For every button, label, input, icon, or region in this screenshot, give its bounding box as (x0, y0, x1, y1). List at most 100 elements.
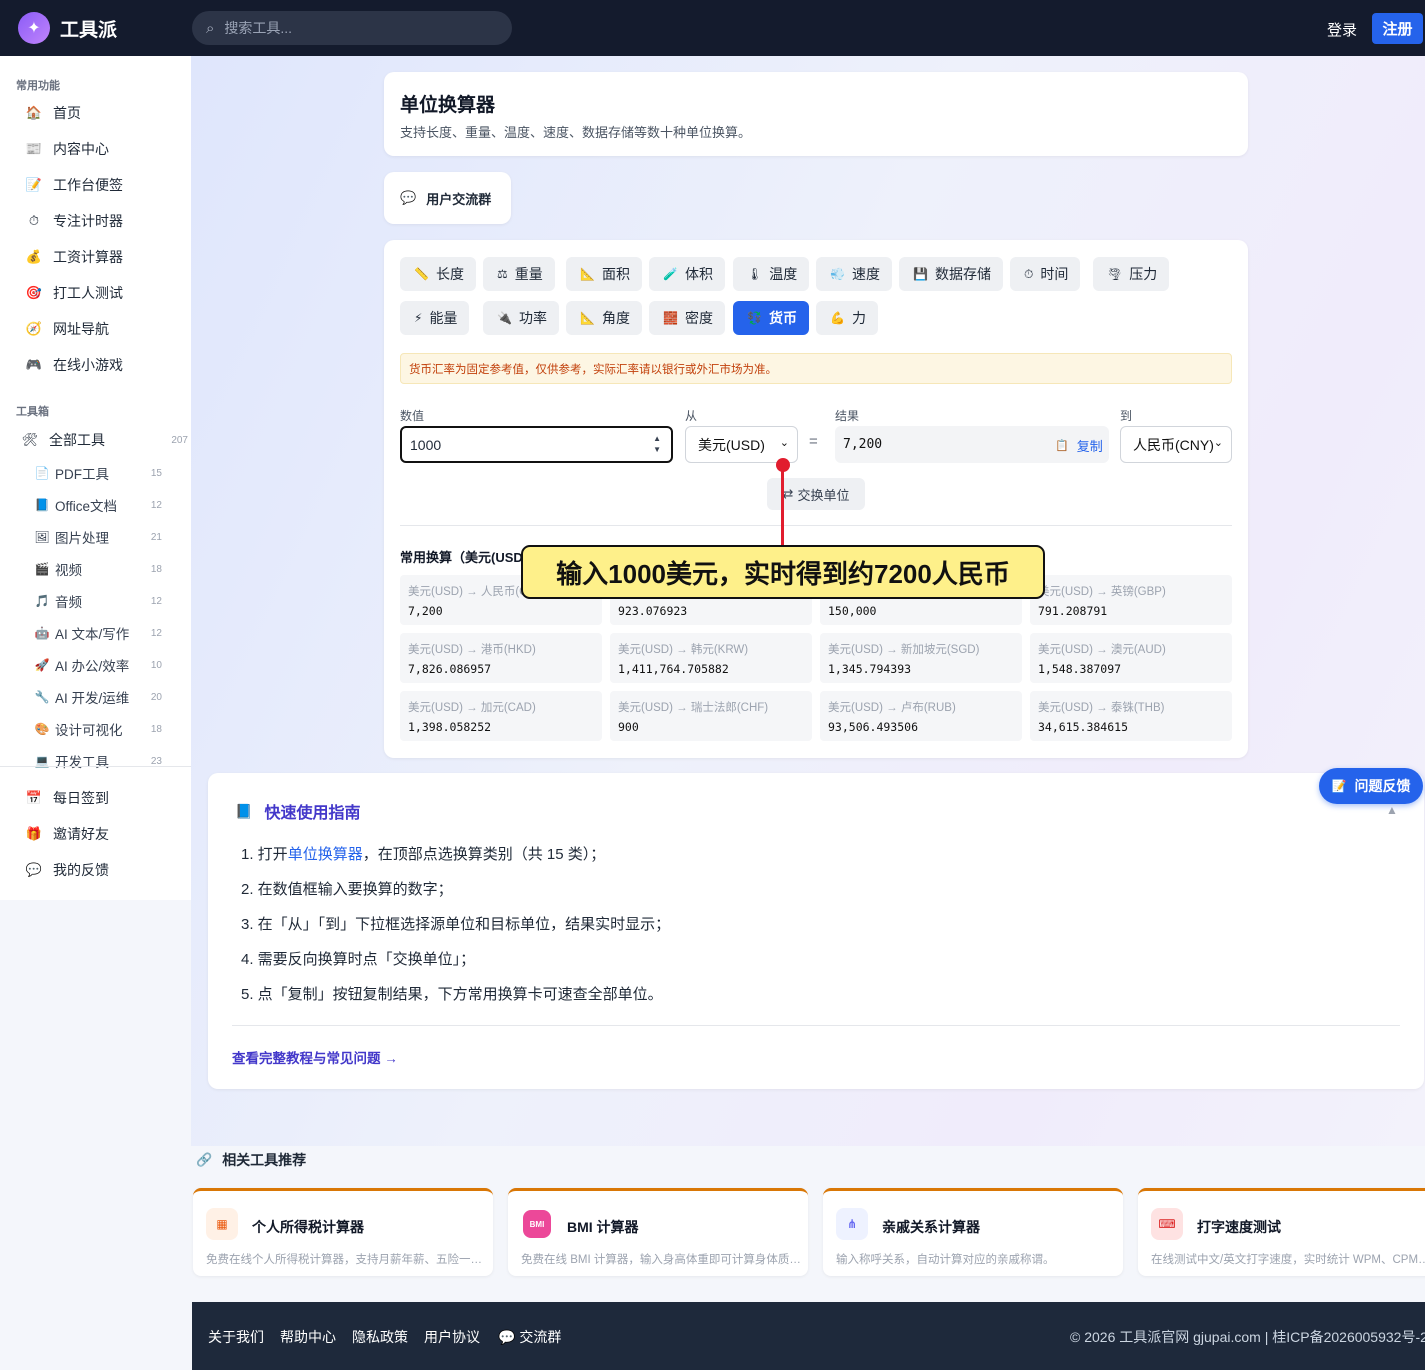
category-label: 时间 (1040, 266, 1069, 282)
sidebar-tool-item[interactable]: 🎬 视频 18 (34, 556, 184, 582)
related-tool-card[interactable]: ▦ 个人所得税计算器免费在线个人所得税计算器，支持月薪年薪、五险一金、专项附加扣除 (193, 1188, 493, 1276)
related-tool-desc: 免费在线个人所得税计算器，支持月薪年薪、五险一金、专项附加扣除 (206, 1254, 486, 1266)
footer-link[interactable]: 用户协议 (424, 1327, 480, 1347)
category-tab[interactable]: 🌪 压力 (1093, 257, 1170, 291)
category-tab[interactable]: ⚖ 重量 (483, 257, 555, 291)
register-button[interactable]: 注册 (1372, 13, 1423, 44)
category-tab[interactable]: ⚡ 能量 (400, 301, 470, 335)
converter-divider (400, 525, 1232, 526)
sidebar-tool-item[interactable]: 🖼 图片处理 21 (34, 524, 184, 550)
full-tutorial-link[interactable]: 查看完整教程与常见问题 → (232, 1047, 398, 1067)
footer-link[interactable]: 隐私政策 (352, 1327, 408, 1347)
conversion-value: 34,615.384615 (1038, 720, 1129, 734)
category-tab[interactable]: 🌡 温度 (733, 257, 810, 291)
sidebar-tool-item[interactable]: 🤖 AI 文本/写作 12 (34, 620, 184, 646)
sidebar-item[interactable]: 📝 工作台便签 (24, 171, 184, 199)
sidebar-item[interactable]: 🎁 邀请好友 (24, 820, 184, 848)
sidebar-item-label: 音频 (55, 595, 82, 610)
from-unit-value: 美元(USD) (698, 436, 765, 453)
conversion-pair: 美元(USD) → 卢布(RUB) (828, 702, 956, 714)
related-tool-card[interactable]: ⌨ 打字速度测试在线测试中文/英文打字速度，实时统计 WPM、CPM、准确率 (1138, 1188, 1425, 1276)
unit-converter-link[interactable]: 单位换算器 (288, 846, 363, 863)
sidebar-icon: 🧭 (25, 321, 43, 336)
common-conversion-cell[interactable]: 美元(USD) → 加元(CAD) 1,398.058252 (400, 691, 602, 741)
category-icon: 📐 (580, 267, 595, 281)
sidebar-item[interactable]: 📰 内容中心 (24, 135, 184, 163)
category-tab[interactable]: 📐 角度 (566, 301, 642, 335)
sidebar-item-label: AI 文本/写作 (55, 627, 130, 642)
common-conversion-cell[interactable]: 美元(USD) → 新加坡元(SGD) 1,345.794393 (820, 633, 1022, 683)
login-link[interactable]: 登录 (1327, 19, 1357, 40)
category-tab[interactable]: 🔌 功率 (483, 301, 559, 335)
sidebar-item[interactable]: 📅 每日签到 (24, 784, 184, 812)
sidebar-item[interactable]: 💬 我的反馈 (24, 856, 184, 884)
sidebar-item[interactable]: 🎮 在线小游戏 (24, 351, 184, 379)
annotation-line (781, 468, 784, 548)
sidebar-item-all-tools[interactable]: 🛠 全部工具 207 (20, 426, 188, 454)
sidebar-item[interactable]: 💰 工资计算器 (24, 243, 184, 271)
sidebar-item-label: 内容中心 (53, 141, 109, 157)
related-tool-card[interactable]: ⋔ 亲戚关系计算器 输入称呼关系，自动计算对应的亲戚称谓。 (823, 1188, 1123, 1276)
sidebar-tool-item[interactable]: 🚀 AI 办公/效率 10 (34, 652, 184, 678)
sidebar-icon: 🎯 (25, 285, 43, 300)
category-tab[interactable]: 💾 数据存储 (899, 257, 1003, 291)
scroll-top-icon[interactable]: ▲ (1386, 803, 1398, 817)
copy-button[interactable]: 📋 复制 (1055, 436, 1103, 455)
sidebar: 常用功能 🏠 首页 📰 内容中心 📝 工作台便签 ⏱ 专注计时器 💰 工资计算器 🎯 打工人测试 🧭 网址… (0, 56, 191, 900)
sidebar-tool-item[interactable]: 🎵 音频 12 (34, 588, 184, 614)
category-tab[interactable]: 💱 货币 (733, 301, 809, 335)
category-tab[interactable]: 🧱 密度 (649, 301, 725, 335)
sidebar-tool-item[interactable]: 📄 PDF工具 15 (34, 460, 184, 486)
common-conversion-cell[interactable]: 美元(USD) → 瑞士法郎(CHF) 900 (610, 691, 812, 741)
sidebar-icon: 🎁 (25, 826, 43, 841)
common-conversion-cell[interactable]: 美元(USD) → 泰铢(THB) 34,615.384615 (1030, 691, 1232, 741)
result-value: 7,200 (843, 437, 883, 452)
category-tab[interactable]: 💪 力 (816, 301, 878, 335)
user-group-button[interactable]: 💬 用户交流群 (384, 172, 511, 224)
guide-step-text: 2. 在数值框输入要换算的数字； (241, 881, 453, 898)
category-tab[interactable]: ⏱ 时间 (1010, 257, 1081, 291)
sidebar-tool-item[interactable]: 📘 Office文档 12 (34, 492, 184, 518)
common-conversion-cell[interactable]: 美元(USD) → 港币(HKD) 7,826.086957 (400, 633, 602, 683)
footer-link[interactable]: 关于我们 (208, 1327, 264, 1347)
value-text: 1000 (410, 436, 442, 453)
common-conversion-cell[interactable]: 美元(USD) → 韩元(KRW) 1,411,764.705882 (610, 633, 812, 683)
feedback-label: 问题反馈 (1354, 778, 1411, 794)
sidebar-item[interactable]: ⏱ 专注计时器 (24, 207, 184, 235)
footer-group-link[interactable]: 💬 交流群 (498, 1327, 561, 1347)
tool-count: 12 (150, 595, 162, 607)
sidebar-item[interactable]: 🧭 网址导航 (24, 315, 184, 343)
category-label: 温度 (769, 266, 798, 282)
sidebar-item-label: 我的反馈 (53, 862, 109, 878)
category-tab[interactable]: 💨 速度 (816, 257, 892, 291)
number-spinner[interactable]: ▲ ▼ (653, 433, 661, 455)
category-tab[interactable]: 📏 长度 (400, 257, 476, 291)
tool-category-icon: 🎬 (34, 562, 50, 576)
common-conversion-cell[interactable]: 美元(USD) → 英镑(GBP) 791.208791 (1030, 575, 1232, 625)
value-input[interactable]: 1000 ▲ ▼ (400, 426, 673, 463)
sidebar-tool-item[interactable]: 💻 开发工具 23 (34, 748, 184, 774)
common-conversion-cell[interactable]: 美元(USD) → 澳元(AUD) 1,548.387097 (1030, 633, 1232, 683)
conversion-value: 7,200 (408, 604, 443, 618)
sidebar-section-tools: 工具箱 (16, 406, 49, 418)
sidebar-item[interactable]: 🎯 打工人测试 (24, 279, 184, 307)
search-box[interactable]: ⌕ (192, 11, 512, 45)
footer-link[interactable]: 帮助中心 (280, 1327, 336, 1347)
sidebar-tool-item[interactable]: 🎨 设计可视化 18 (34, 716, 184, 742)
value-label: 数值 (400, 409, 425, 423)
category-tab[interactable]: 📐 面积 (566, 257, 642, 291)
logo-icon: ✦ (18, 12, 50, 44)
feedback-button[interactable]: 📝 问题反馈 (1319, 768, 1423, 804)
sidebar-tool-item[interactable]: 🔧 AI 开发/运维 20 (34, 684, 184, 710)
site-logo[interactable]: ✦ 工具派 (18, 12, 117, 44)
swap-icon: ⇄ (782, 486, 794, 501)
category-tab[interactable]: 🧪 体积 (649, 257, 725, 291)
sidebar-item[interactable]: 🏠 首页 (24, 99, 184, 127)
conversion-pair: 美元(USD) → 英镑(GBP) (1038, 586, 1166, 598)
to-unit-select[interactable]: 人民币(CNY) ⌄ (1120, 426, 1232, 463)
search-input[interactable] (224, 20, 485, 36)
related-tool-card[interactable]: BMI BMI 计算器 免费在线 BMI 计算器，输入身高体重即可计算身体质量指数 (508, 1188, 808, 1276)
to-label: 到 (1120, 409, 1133, 423)
common-conversion-cell[interactable]: 美元(USD) → 卢布(RUB) 93,506.493506 (820, 691, 1022, 741)
category-icon: 🧪 (663, 267, 678, 281)
